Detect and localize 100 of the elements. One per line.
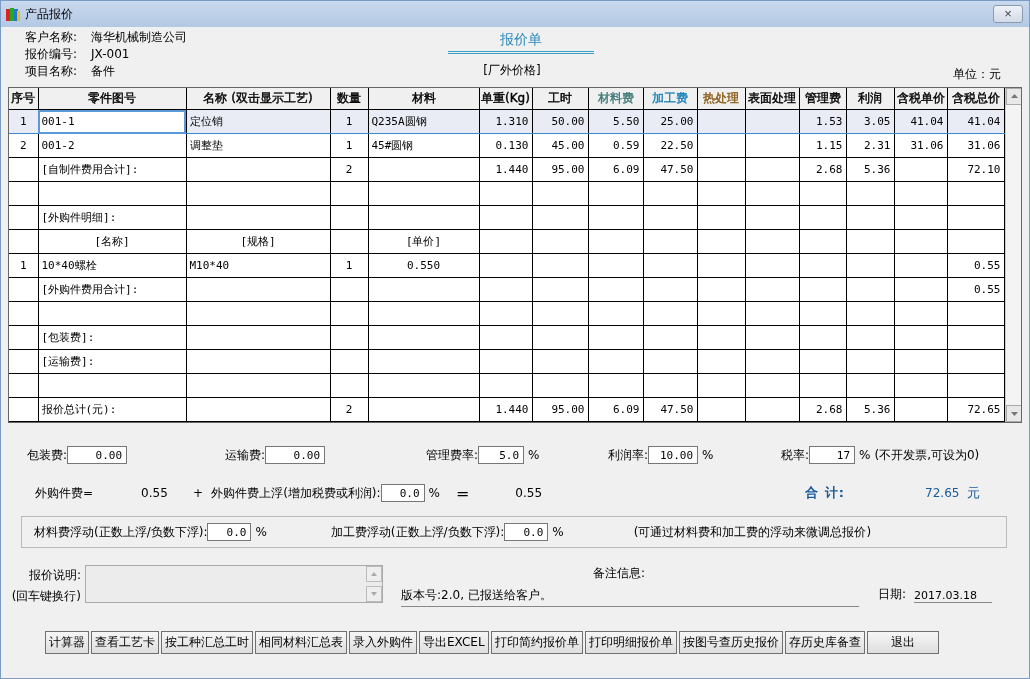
table-cell: 31.06 <box>947 133 1004 158</box>
action-button[interactable]: 存历史库备查 <box>784 631 865 654</box>
table-cell: 10*40螺栓 <box>38 253 186 278</box>
field-value: JX-001 <box>91 46 130 63</box>
table-cell: 0.55 <box>947 277 1004 302</box>
column-header: 工时 <box>532 88 588 110</box>
table-cell: 0.55 <box>947 253 1004 278</box>
action-button[interactable]: 查看工艺卡 <box>91 631 159 654</box>
table-cell: 0.59 <box>588 133 643 158</box>
table-cell: 2 <box>330 397 368 422</box>
table-cell: 72.10 <box>947 157 1004 182</box>
remark-text: 版本号:2.0, 已报送给客户。 <box>401 587 859 607</box>
table-cell: 001-2 <box>38 133 186 158</box>
text-area[interactable] <box>85 565 383 603</box>
total-label: 合 计: <box>805 484 846 502</box>
input-field[interactable]: 0.0 <box>207 523 252 541</box>
action-button[interactable]: 录入外购件 <box>349 631 417 654</box>
column-header: 序号 <box>9 88 38 110</box>
input-field[interactable]: 0.0 <box>380 484 425 502</box>
table-cell: M10*40 <box>186 253 330 278</box>
input-field[interactable]: 17 <box>809 446 856 464</box>
scroll-down-icon[interactable] <box>1005 405 1021 422</box>
input-field[interactable]: 0.00 <box>265 446 326 464</box>
table-cell: 0.130 <box>479 133 532 158</box>
field-label: 日期: <box>878 586 907 603</box>
table-cell: 45#圆钢 <box>368 133 479 158</box>
action-button[interactable]: 计算器 <box>45 631 89 654</box>
table-cell: 2 <box>9 133 38 158</box>
action-button[interactable]: 打印明细报价单 <box>584 631 677 654</box>
column-header: 名称 (双击显示工艺) <box>186 88 330 110</box>
table-cell: 1.440 <box>479 397 532 422</box>
percent-sign: % <box>428 486 440 500</box>
table-cell: [包装费]: <box>38 325 186 350</box>
table-cell: [运输费]: <box>38 349 186 374</box>
table-cell: 31.06 <box>894 133 947 158</box>
action-button[interactable]: 按工种汇总工时 <box>161 631 253 654</box>
field-label: 报价说明: <box>28 567 81 584</box>
field-label: 外购件费= <box>35 484 94 502</box>
close-button[interactable]: × <box>993 5 1023 23</box>
column-header: 利润 <box>846 88 894 110</box>
percent-sign: % <box>255 525 267 539</box>
amount-text: 0.55 <box>141 486 169 500</box>
table-cell: 1.15 <box>799 133 846 158</box>
unit-label: 单位：元 <box>953 66 1001 83</box>
plus-sign: + <box>193 486 204 500</box>
scroll-down-icon[interactable] <box>366 586 382 602</box>
column-header: 单重(Kg) <box>479 88 532 110</box>
input-field[interactable]: 10.00 <box>648 446 699 464</box>
table-cell: 45.00 <box>532 133 588 158</box>
table-cell: 95.00 <box>532 157 588 182</box>
column-header: 零件图号 <box>38 88 186 110</box>
table-cell: [单价] <box>368 229 479 254</box>
total-value: 72.65 <box>925 486 960 500</box>
table-cell: 1 <box>9 109 38 134</box>
action-button[interactable]: 相同材料汇总表 <box>255 631 347 654</box>
table-cell: 6.09 <box>588 157 643 182</box>
field-label: 外购件费上浮(增加税费或利润): <box>211 484 381 502</box>
column-header: 表面处理 <box>745 88 799 110</box>
table-cell: Q235A圆钢 <box>368 109 479 134</box>
date-value: 2017.03.18 <box>914 589 993 603</box>
scroll-up-icon[interactable] <box>1005 88 1021 105</box>
percent-sign: % <box>528 448 540 462</box>
table-cell: [外购件明细]: <box>38 205 186 230</box>
field-label: 材料费浮动(正数上浮/负数下浮): <box>34 523 208 541</box>
hint-text: (不开发票,可设为0) <box>874 446 980 464</box>
table-cell: 95.00 <box>532 397 588 422</box>
input-field[interactable]: 0.00 <box>67 446 128 464</box>
field-label: 包装费: <box>27 446 68 464</box>
table-cell: 22.50 <box>643 133 697 158</box>
table-cell: 定位销 <box>186 109 330 134</box>
table-cell: 47.50 <box>643 397 697 422</box>
table-cell: [名称] <box>38 229 186 254</box>
table-cell: 0.550 <box>368 253 479 278</box>
table-cell: 5.36 <box>846 397 894 422</box>
document-title: 报价单 <box>448 29 594 54</box>
column-header: 加工费 <box>643 88 697 110</box>
action-button[interactable]: 导出EXCEL <box>419 631 489 654</box>
input-field[interactable]: 5.0 <box>478 446 525 464</box>
action-button[interactable]: 退出 <box>866 631 939 654</box>
table-cell: 1 <box>330 133 368 158</box>
books-icon <box>5 6 21 22</box>
amount-text: 0.55 <box>515 486 544 500</box>
input-field[interactable]: 0.0 <box>504 523 549 541</box>
field-label: 项目名称: <box>25 63 79 80</box>
action-button[interactable]: 按图号查历史报价 <box>678 631 783 654</box>
scroll-up-icon[interactable] <box>366 566 382 582</box>
column-header: 材料 <box>368 88 479 110</box>
table-cell: 72.65 <box>947 397 1004 422</box>
column-header: 热处理 <box>697 88 745 110</box>
field-label: 管理费率: <box>426 446 479 464</box>
table-cell: [规格] <box>186 229 330 254</box>
field-label: 利润率: <box>608 446 649 464</box>
field-value: 备件 <box>91 63 115 80</box>
action-button[interactable]: 打印简约报价单 <box>490 631 583 654</box>
percent-sign: % <box>859 448 871 462</box>
field-value: 海华机械制造公司 <box>91 29 187 46</box>
table-cell: 1 <box>9 253 38 278</box>
table-cell: 2 <box>330 157 368 182</box>
table-cell: 1 <box>330 253 368 278</box>
field-label: 税率: <box>781 446 810 464</box>
